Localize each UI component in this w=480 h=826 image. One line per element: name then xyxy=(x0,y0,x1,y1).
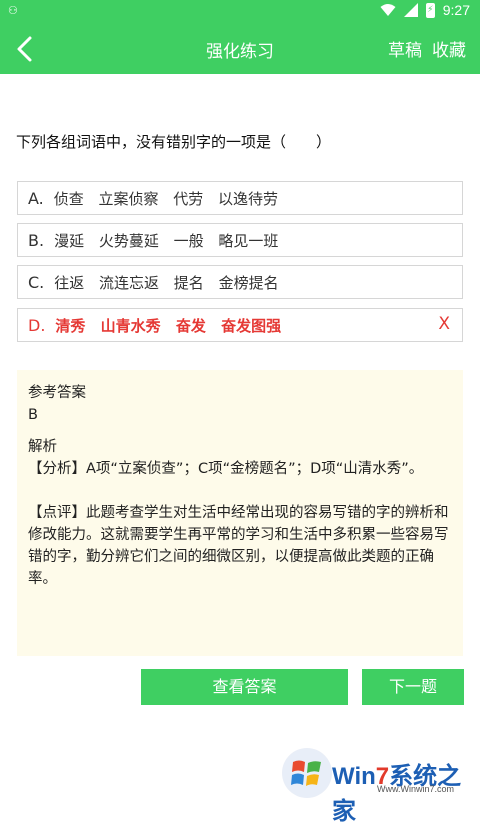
option-text: 清秀 山青水秀 奋发 奋发图强 xyxy=(55,316,282,335)
option-text: 漫延 火势蔓延 一般 略见一班 xyxy=(54,231,279,250)
question-text: 下列各组词语中，没有错别字的一项是（ ） xyxy=(16,133,332,151)
status-icons: 9:27 xyxy=(380,2,470,18)
watermark-logo: Win7系统之家 Www.Winwin7.com xyxy=(282,748,480,825)
reference-answer-label: 参考答案 xyxy=(28,385,86,401)
option-letter: C. xyxy=(28,272,45,292)
answer-panel: 参考答案 B 解析 【分析】A项“立案侦查”；C项“金榜题名”；D项“山清水秀”… xyxy=(17,370,463,656)
option-text: 侦查 立案侦察 代劳 以逸待劳 xyxy=(53,189,279,208)
windows-logo-icon xyxy=(282,748,332,798)
option-c[interactable]: C. 往返 流连忘返 提名 金榜提名 xyxy=(17,265,463,299)
watermark-url: Www.Winwin7.com xyxy=(377,784,455,794)
option-d[interactable]: D. 清秀 山青水秀 奋发 奋发图强 X xyxy=(17,308,463,342)
favorite-button[interactable]: 收藏 xyxy=(432,36,466,61)
status-bar: ⚇ 9:27 xyxy=(0,0,480,24)
option-a[interactable]: A. 侦查 立案侦察 代劳 以逸待劳 xyxy=(17,181,463,215)
battery-charging-icon xyxy=(425,2,435,18)
draft-button[interactable]: 草稿 xyxy=(388,36,422,61)
app-bar-actions: 草稿 收藏 xyxy=(388,36,466,61)
analysis-label: 解析 xyxy=(28,439,57,455)
comment-text: 【点评】此题考查学生对生活中经常出现的容易写错的字的辨析和修改能力。这就需要学生… xyxy=(28,505,449,587)
next-question-button[interactable]: 下一题 xyxy=(362,669,464,705)
option-letter: A. xyxy=(28,188,44,208)
wifi-icon xyxy=(380,4,396,16)
option-b[interactable]: B. 漫延 火势蔓延 一般 略见一班 xyxy=(17,223,463,257)
view-answer-button[interactable]: 查看答案 xyxy=(141,669,348,705)
app-bar: 强化练习 草稿 收藏 xyxy=(0,24,480,74)
status-time: 9:27 xyxy=(442,2,470,18)
option-letter: D. xyxy=(28,315,46,335)
signal-icon xyxy=(403,3,418,17)
notification-icon: ⚇ xyxy=(8,4,18,17)
analysis-text: 【分析】A项“立案侦查”；C项“金榜题名”；D项“山清水秀”。 xyxy=(28,461,424,477)
option-text: 往返 流连忘返 提名 金榜提名 xyxy=(54,273,279,292)
option-letter: B. xyxy=(28,230,45,250)
reference-answer-value: B xyxy=(28,407,38,423)
wrong-mark-icon: X xyxy=(438,314,450,334)
